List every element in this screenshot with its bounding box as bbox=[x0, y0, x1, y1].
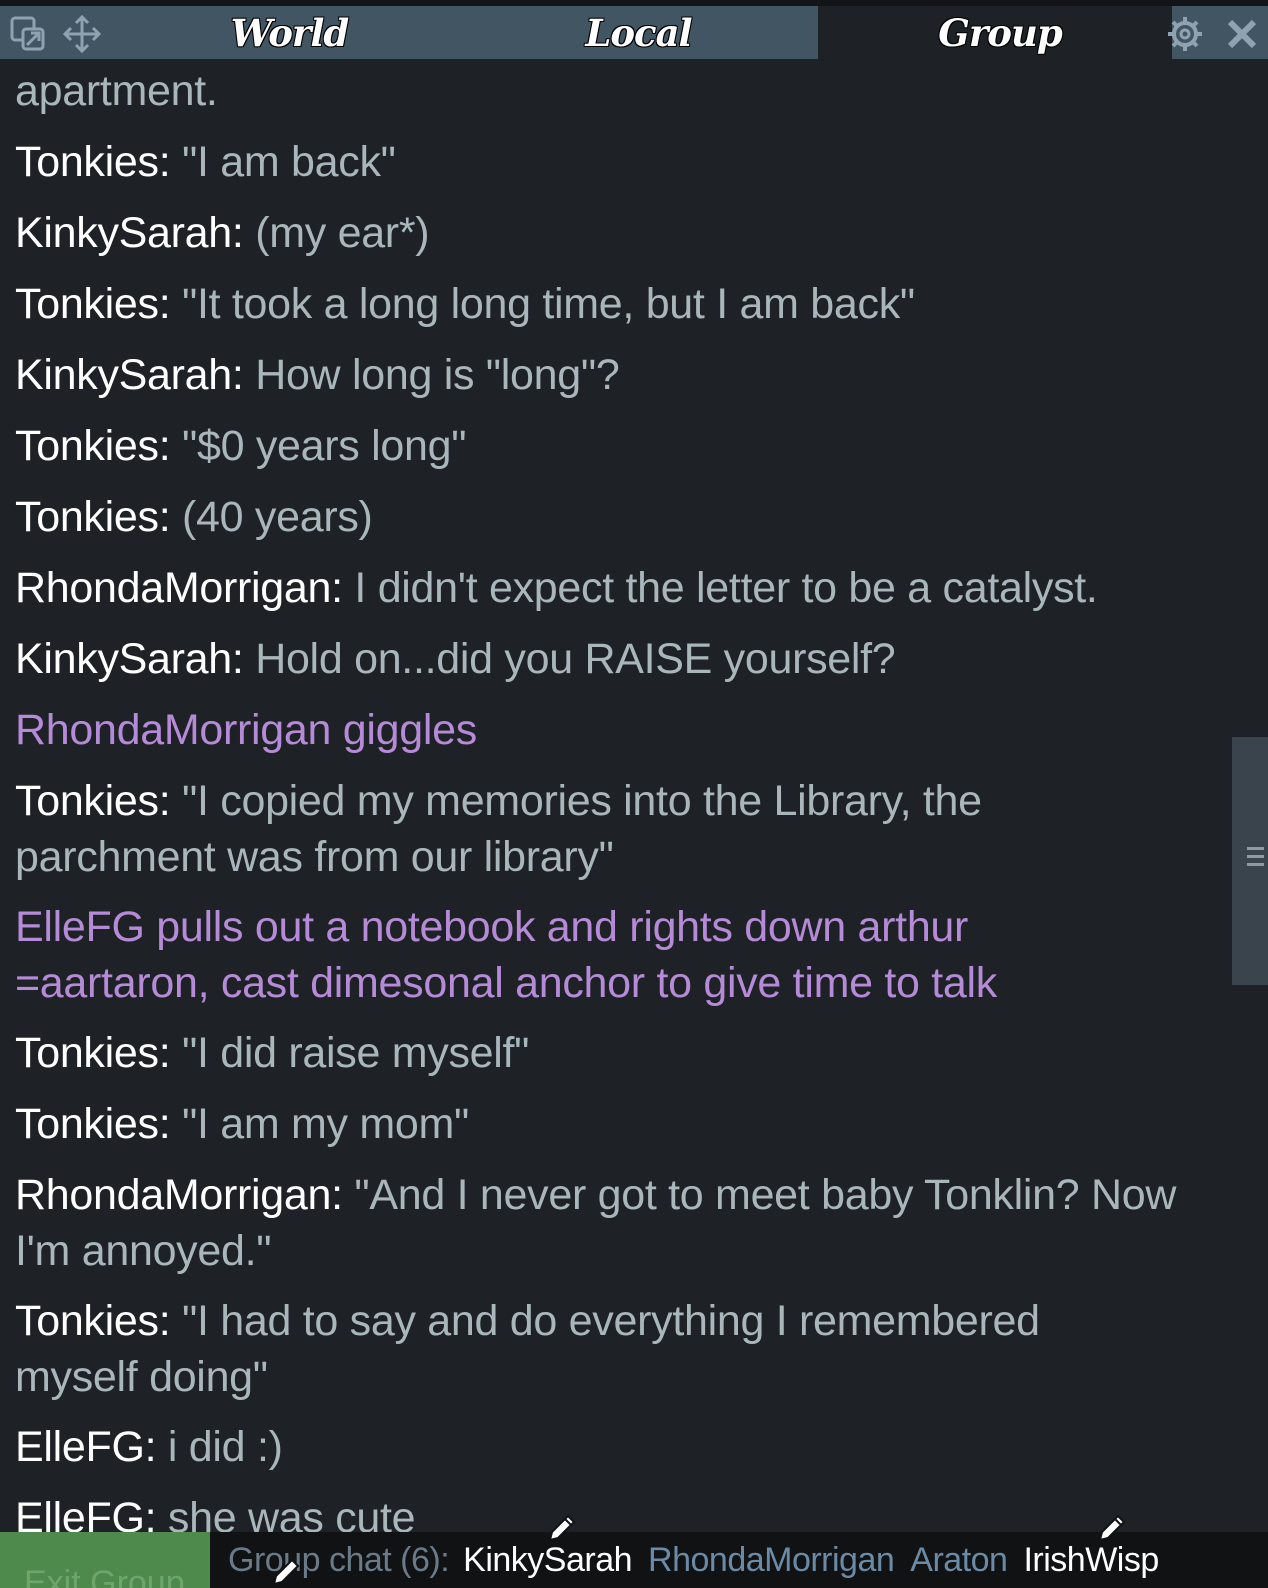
group-member[interactable]: IrishWisp bbox=[1023, 1541, 1159, 1580]
message-speaker[interactable]: Tonkies: bbox=[15, 1100, 171, 1148]
message-text: she was cute bbox=[156, 1494, 416, 1532]
pencil-icon[interactable] bbox=[268, 1556, 304, 1588]
message-speaker[interactable]: ElleFG: bbox=[15, 1423, 157, 1471]
emote-text: ElleFG pulls out a notebook and rights d… bbox=[15, 903, 997, 1007]
message-speaker[interactable]: Tonkies: bbox=[15, 138, 171, 186]
group-member[interactable]: RhondaMorrigan bbox=[648, 1541, 895, 1580]
chat-message: KinkySarah: (my ear*) bbox=[15, 205, 1215, 261]
close-icon[interactable] bbox=[1222, 14, 1262, 54]
message-speaker[interactable]: KinkySarah: bbox=[15, 351, 244, 399]
chat-message: Tonkies: "I copied my memories into the … bbox=[15, 773, 1095, 885]
exit-group-label: Exit Group bbox=[24, 1564, 185, 1588]
message-text: i did :) bbox=[156, 1423, 283, 1471]
group-footer: Exit Group Group chat (6): KinkySarah Rh… bbox=[0, 1532, 1268, 1588]
chat-scrollbar-handle[interactable] bbox=[1232, 737, 1268, 985]
scroll-grip-line bbox=[1247, 847, 1264, 850]
chat-message: Tonkies: "I had to say and do everything… bbox=[15, 1293, 1155, 1405]
chat-message: Tonkies: "I am my mom" bbox=[15, 1096, 1215, 1152]
tab-local[interactable]: Local bbox=[459, 6, 818, 59]
message-text: "I am my mom" bbox=[170, 1100, 470, 1148]
chat-message: ElleFG: she was cute bbox=[15, 1490, 1215, 1532]
message-text: Hold on...did you RAISE yourself? bbox=[243, 635, 896, 683]
scroll-grip-line bbox=[1247, 855, 1264, 858]
group-member[interactable]: Araton bbox=[910, 1541, 1008, 1580]
message-speaker[interactable]: Tonkies: bbox=[15, 422, 171, 470]
message-speaker[interactable]: Tonkies: bbox=[15, 493, 171, 541]
message-speaker[interactable]: KinkySarah: bbox=[15, 635, 244, 683]
pencil-icon[interactable] bbox=[544, 1510, 580, 1546]
message-text: "$0 years long" bbox=[170, 422, 467, 470]
chat-message: ElleFG: i did :) bbox=[15, 1419, 1215, 1475]
chat-message: KinkySarah: Hold on...did you RAISE your… bbox=[15, 631, 1215, 687]
exit-group-button[interactable]: Exit Group bbox=[0, 1532, 210, 1588]
message-text: apartment. bbox=[15, 67, 218, 115]
message-speaker[interactable]: Tonkies: bbox=[15, 777, 171, 825]
tab-group-label: Group bbox=[938, 10, 1063, 55]
message-fragment: apartment. bbox=[15, 63, 1215, 119]
tab-local-label: Local bbox=[585, 10, 692, 55]
group-chat-count-label: Group chat (6): bbox=[228, 1540, 450, 1579]
chat-message: Tonkies: "I did raise myself" bbox=[15, 1025, 1215, 1081]
message-text: (my ear*) bbox=[243, 209, 430, 257]
message-text: "It took a long long time, but I am back… bbox=[170, 280, 915, 328]
message-speaker[interactable]: Tonkies: bbox=[15, 280, 171, 328]
chat-message: RhondaMorrigan: I didn't expect the lett… bbox=[15, 560, 1215, 616]
chat-tab-bar: World Local Group bbox=[0, 0, 1268, 60]
chat-message: Tonkies: "$0 years long" bbox=[15, 418, 1215, 474]
popout-icon[interactable] bbox=[8, 14, 48, 54]
move-icon[interactable] bbox=[60, 14, 104, 54]
message-text: How long is "long"? bbox=[243, 351, 620, 399]
chat-message: Tonkies: (40 years) bbox=[15, 489, 1215, 545]
message-speaker[interactable]: KinkySarah: bbox=[15, 209, 244, 257]
emote-message: RhondaMorrigan giggles bbox=[15, 702, 1215, 758]
message-speaker[interactable]: RhondaMorrigan: bbox=[15, 564, 343, 612]
emote-message: ElleFG pulls out a notebook and rights d… bbox=[15, 899, 1115, 1011]
chat-log[interactable]: apartment. Tonkies: "I am back" KinkySar… bbox=[0, 60, 1232, 1532]
message-speaker[interactable]: ElleFG: bbox=[15, 1494, 157, 1532]
group-member[interactable]: KinkySarah bbox=[463, 1541, 632, 1580]
message-speaker[interactable]: Tonkies: bbox=[15, 1029, 171, 1077]
tab-world-label: World bbox=[230, 10, 350, 55]
pencil-icon[interactable] bbox=[1094, 1510, 1130, 1546]
chat-message: Tonkies: "I am back" bbox=[15, 134, 1215, 190]
message-text: "I am back" bbox=[170, 138, 396, 186]
gear-icon[interactable] bbox=[1165, 14, 1205, 54]
chat-message: Tonkies: "It took a long long time, but … bbox=[15, 276, 1215, 332]
group-chat-window: World Local Group apartment. Tonkies: "I… bbox=[0, 0, 1268, 1588]
message-speaker[interactable]: Tonkies: bbox=[15, 1297, 171, 1345]
scroll-grip-line bbox=[1247, 863, 1264, 866]
message-speaker[interactable]: RhondaMorrigan: bbox=[15, 1171, 343, 1219]
tab-group[interactable]: Group bbox=[818, 6, 1172, 59]
emote-text: RhondaMorrigan giggles bbox=[15, 706, 477, 754]
chat-message: RhondaMorrigan: "And I never got to meet… bbox=[15, 1167, 1205, 1279]
message-text: (40 years) bbox=[170, 493, 373, 541]
message-text: I didn't expect the letter to be a catal… bbox=[342, 564, 1098, 612]
chat-message: KinkySarah: How long is "long"? bbox=[15, 347, 1215, 403]
group-members-list: Group chat (6): KinkySarah RhondaMorriga… bbox=[228, 1532, 1175, 1588]
message-text: "I did raise myself" bbox=[170, 1029, 530, 1077]
